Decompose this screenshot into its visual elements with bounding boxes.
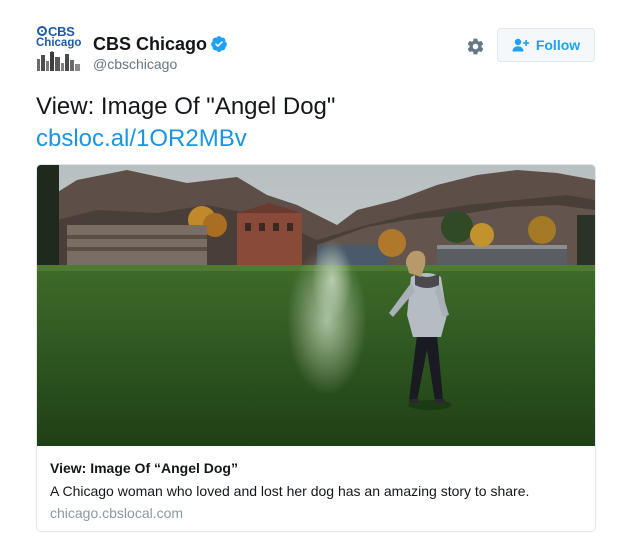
verified-badge-icon [211,36,227,52]
avatar-logo-subtext: Chicago [36,37,82,49]
account-handle[interactable]: @cbschicago [93,56,228,72]
follow-button-label: Follow [535,37,581,53]
card-domain: chicago.cbslocal.com [50,505,184,521]
tweet: CBS Chicago CBS Chicago @cbschicago Foll… [0,0,631,539]
card-body: View: Image Of “Angel Dog” A Chicago wom… [50,458,582,523]
card-title[interactable]: View: Image Of “Angel Dog” [50,458,582,478]
link-card[interactable]: View: Image Of “Angel Dog” A Chicago wom… [36,164,596,532]
cbs-eye-logo-icon [37,26,47,36]
tweet-text-content: View: Image Of "Angel Dog" [36,93,336,120]
card-photo[interactable] [37,165,595,446]
add-user-icon [512,38,529,52]
tweet-link[interactable]: cbsloc.al/1OR2MBv [36,123,596,155]
card-description: A Chicago woman who loved and lost her d… [50,483,530,499]
follow-button[interactable]: Follow [497,28,595,62]
city-skyline-icon [37,51,80,71]
display-name[interactable]: CBS Chicago [93,33,207,55]
gear-icon[interactable] [466,37,485,56]
tweet-text: View: Image Of "Angel Dog" cbsloc.al/1OR… [36,91,596,155]
account-names[interactable]: CBS Chicago @cbschicago [93,33,228,72]
account-avatar[interactable]: CBS Chicago [35,25,83,73]
